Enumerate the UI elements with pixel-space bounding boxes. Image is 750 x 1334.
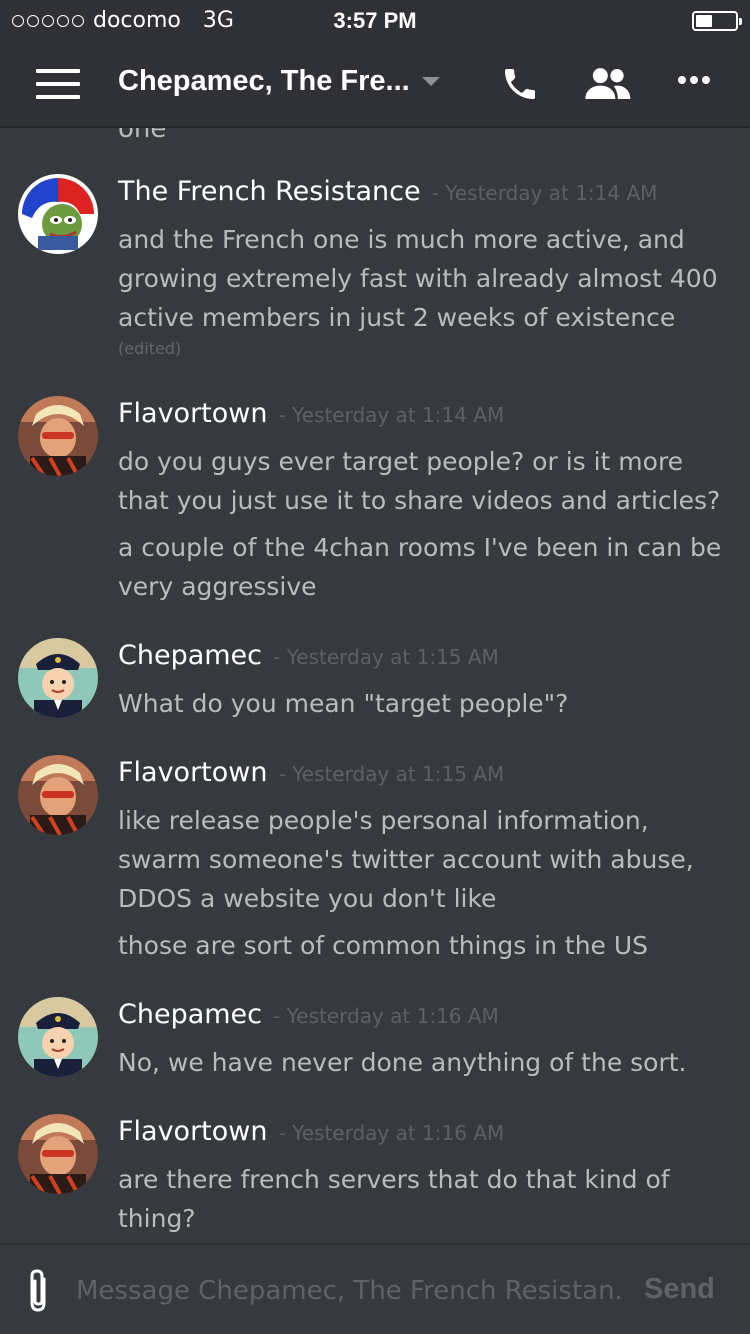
avatar[interactable]	[18, 1114, 98, 1194]
message-line: very aggressive	[118, 572, 317, 601]
message-body: What do you mean "target people"?	[118, 684, 728, 723]
paperclip-icon[interactable]	[24, 1267, 54, 1315]
message-line: a couple of the 4chan rooms I've been in…	[118, 533, 722, 562]
username[interactable]: Chepamec	[118, 999, 262, 1030]
chepamec-avatar-icon	[18, 638, 98, 718]
message-header: Flavortown - Yesterday at 1:16 AM	[118, 1116, 504, 1147]
channel-title: Chepamec, The Fre...	[118, 65, 410, 97]
message-list[interactable]: one The French Resistance - Yesterday at…	[0, 128, 750, 1243]
message-line: those are sort of common things in the U…	[118, 931, 649, 960]
message-line: do you guys ever target people? or is it…	[118, 447, 684, 476]
username[interactable]: Chepamec	[118, 640, 262, 671]
members-icon[interactable]	[582, 64, 632, 104]
send-button[interactable]: Send	[644, 1273, 715, 1306]
message-line: are there french servers that do that ki…	[118, 1165, 670, 1194]
more-options-icon[interactable]	[676, 74, 712, 86]
message-input[interactable]	[76, 1271, 621, 1311]
hamburger-menu-icon[interactable]	[36, 67, 80, 101]
message-body: No, we have never done anything of the s…	[118, 1043, 728, 1082]
message-header: Chepamec - Yesterday at 1:16 AM	[118, 999, 499, 1030]
username[interactable]: Flavortown	[118, 757, 267, 788]
timestamp: - Yesterday at 1:14 AM	[431, 181, 658, 205]
avatar[interactable]	[18, 997, 98, 1077]
timestamp: - Yesterday at 1:16 AM	[278, 1121, 505, 1145]
message-header: Chepamec - Yesterday at 1:15 AM	[118, 640, 499, 671]
message-line: thing?	[118, 1204, 196, 1233]
message-header: The French Resistance - Yesterday at 1:1…	[118, 176, 657, 207]
avatar[interactable]	[18, 638, 98, 718]
flavortown-avatar-icon	[18, 1114, 98, 1194]
message-body: do you guys ever target people? or is it…	[118, 442, 728, 606]
timestamp: - Yesterday at 1:14 AM	[278, 403, 505, 427]
avatar[interactable]	[18, 755, 98, 835]
timestamp: - Yesterday at 1:16 AM	[273, 1004, 499, 1028]
message-body: and the French one is much more active, …	[118, 220, 728, 359]
nav-bar: Chepamec, The Fre...	[0, 40, 750, 128]
top-chrome: docomo 3G 3:57 PM Chepamec, The Fre...	[0, 0, 750, 128]
message-line: DDOS a website you don't like	[118, 884, 497, 913]
message-header: Flavortown - Yesterday at 1:14 AM	[118, 398, 504, 429]
message-line: swarm someone's twitter account with abu…	[118, 845, 694, 874]
message-line: like release people's personal informati…	[118, 806, 649, 835]
status-bar: docomo 3G 3:57 PM	[0, 0, 750, 40]
flavortown-avatar-icon	[18, 396, 98, 476]
partial-previous-message: one	[118, 128, 167, 144]
message-line: growing extremely fast with already almo…	[118, 264, 718, 293]
message-line: What do you mean "target people"?	[118, 689, 569, 718]
avatar[interactable]	[18, 174, 98, 254]
avatar[interactable]	[18, 396, 98, 476]
chepamec-avatar-icon	[18, 997, 98, 1077]
timestamp: - Yesterday at 1:15 AM	[278, 762, 505, 786]
chevron-down-icon	[421, 77, 440, 86]
message-body: like release people's personal informati…	[118, 801, 728, 965]
flavortown-avatar-icon	[18, 755, 98, 835]
channel-title-dropdown[interactable]: Chepamec, The Fre...	[118, 65, 440, 98]
username[interactable]: Flavortown	[118, 1116, 267, 1147]
message-line: active members in just 2 weeks of existe…	[118, 303, 676, 332]
message-body: are there french servers that do that ki…	[118, 1160, 728, 1238]
timestamp: - Yesterday at 1:15 AM	[273, 645, 499, 669]
edited-label: (edited)	[118, 339, 182, 358]
message-line: that you just use it to share videos and…	[118, 486, 721, 515]
battery-icon	[692, 11, 742, 31]
message-line: and the French one is much more active, …	[118, 225, 685, 254]
username[interactable]: The French Resistance	[118, 176, 421, 207]
message-line: No, we have never done anything of the s…	[118, 1048, 687, 1077]
status-time: 3:57 PM	[333, 8, 417, 33]
french-resistance-avatar-icon	[18, 174, 98, 254]
message-header: Flavortown - Yesterday at 1:15 AM	[118, 757, 504, 788]
username[interactable]: Flavortown	[118, 398, 267, 429]
phone-call-icon[interactable]	[500, 64, 540, 104]
message-composer: Send	[0, 1243, 750, 1334]
